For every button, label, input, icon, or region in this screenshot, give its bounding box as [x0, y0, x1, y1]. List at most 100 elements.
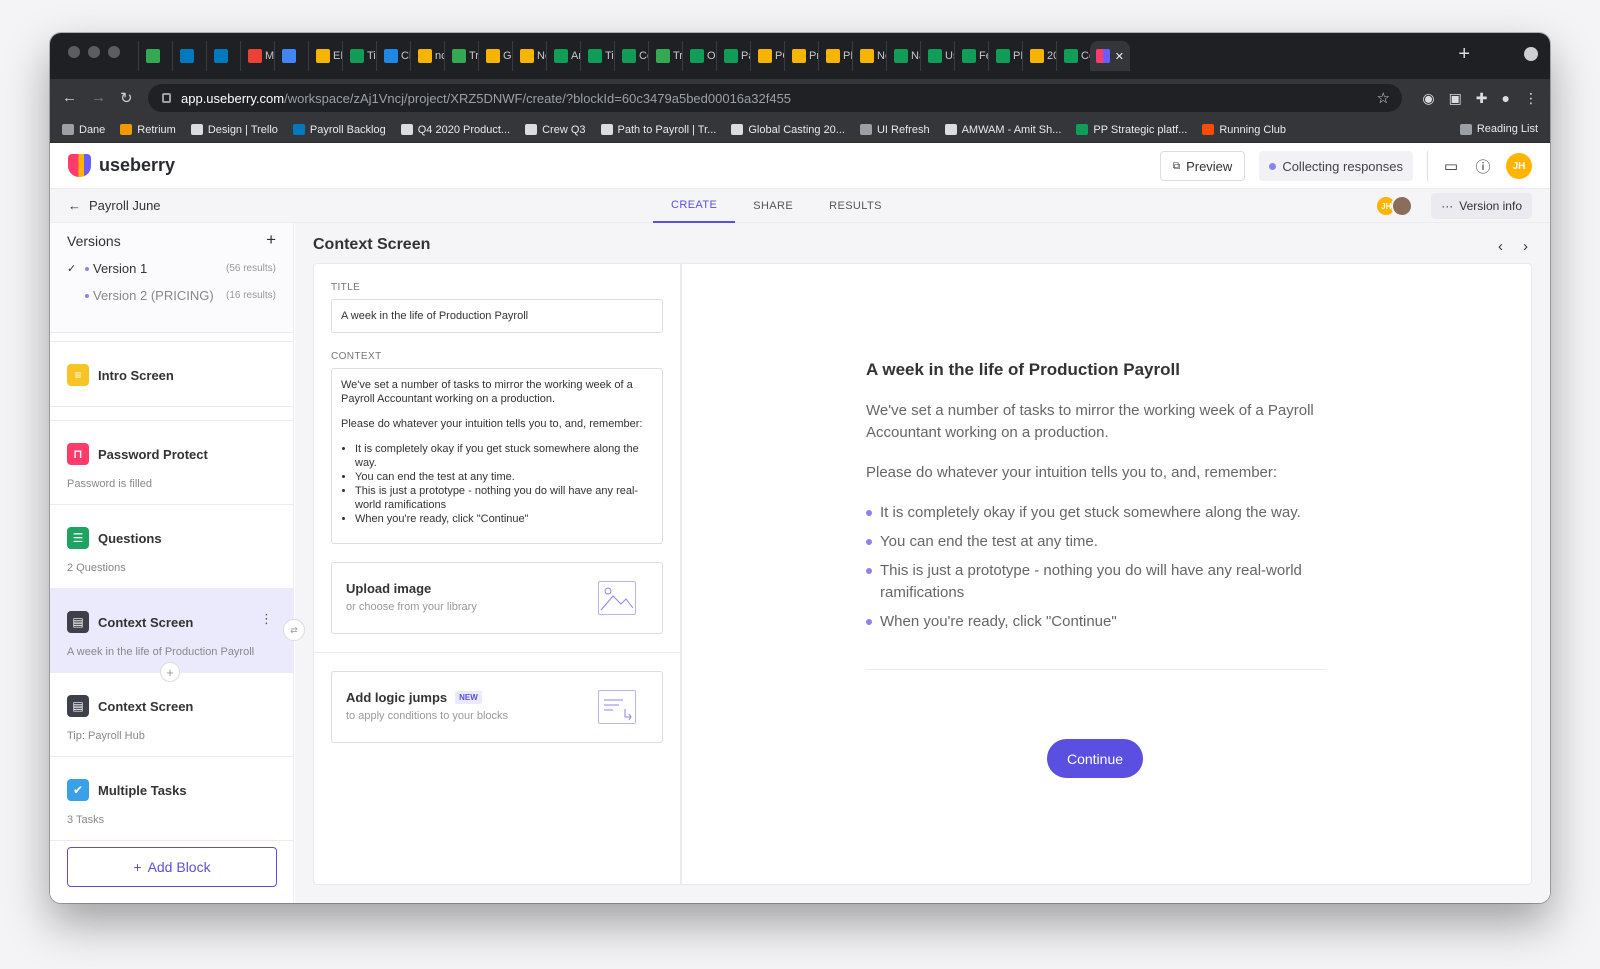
bookmark-star-icon[interactable]: ☆	[1377, 89, 1390, 107]
block-password-protect[interactable]: ⊓ Password Protect Password is filled	[50, 421, 293, 505]
browser-tab[interactable]: Tr	[648, 41, 682, 71]
preview-button[interactable]: ⧉ Preview	[1159, 151, 1246, 181]
chevron-left-icon[interactable]: ‹	[1498, 238, 1503, 255]
block-intro-screen[interactable]: ≡ Intro Screen	[50, 341, 293, 407]
favicon-icon	[622, 49, 636, 63]
collaborator-avatars[interactable]: JH	[1375, 195, 1414, 217]
preview-list: It is completely okay if you get stuck s…	[866, 502, 1326, 633]
profile-icon[interactable]: ●	[1502, 90, 1510, 107]
chevron-right-icon[interactable]: ›	[1523, 238, 1528, 255]
browser-tab[interactable]: Fe	[954, 41, 988, 71]
browser-tab[interactable]: Pr	[784, 41, 818, 71]
logic-jump-icon[interactable]: ⇄	[283, 619, 305, 641]
logo[interactable]: useberry	[68, 154, 175, 177]
browser-tab[interactable]: 20	[1022, 41, 1056, 71]
window-controls[interactable]	[68, 46, 120, 58]
context-label: CONTEXT	[331, 351, 382, 362]
browser-tab[interactable]: Ch	[376, 41, 410, 71]
help-icon[interactable]: ⓘ	[1474, 157, 1492, 176]
back-arrow-icon[interactable]: ←	[62, 89, 77, 107]
tab-results[interactable]: RESULTS	[811, 189, 900, 223]
browser-tab[interactable]: Cc	[614, 41, 648, 71]
add-block-button[interactable]: + Add Block	[67, 847, 277, 887]
extension-icon[interactable]: ◉	[1422, 90, 1434, 107]
bookmark-item[interactable]: AMWAM - Amit Sh...	[944, 123, 1062, 136]
continue-button[interactable]: Continue	[1047, 739, 1143, 778]
browser-tab[interactable]: Tir	[580, 41, 614, 71]
divider	[314, 652, 680, 653]
preview-paragraph: Please do whatever your intuition tells …	[866, 464, 1278, 481]
title-label: TITLE	[331, 282, 361, 293]
browser-tab[interactable]: EF	[308, 41, 342, 71]
browser-tab[interactable]	[138, 41, 172, 71]
user-avatar[interactable]: JH	[1506, 153, 1532, 179]
bookmark-item[interactable]: Payroll Backlog	[292, 124, 386, 136]
browser-tab[interactable]: PF	[818, 41, 852, 71]
back-to-project[interactable]: ← Payroll June	[68, 198, 161, 213]
bookmark-label: AMWAM - Amit Sh...	[961, 123, 1062, 136]
bookmark-item[interactable]: Crew Q3	[525, 124, 586, 136]
tab-search-icon[interactable]	[1524, 47, 1538, 61]
url-host: app.useberry.com	[181, 90, 285, 106]
context-bullet: It is completely okay if you get stuck s…	[355, 442, 653, 470]
block-context-screen-active[interactable]: ▤ Context Screen A week in the life of Pr…	[50, 589, 305, 682]
bookmark-item[interactable]: Q4 2020 Product...	[400, 124, 510, 136]
browser-tab[interactable]: nc	[410, 41, 444, 71]
browser-tab[interactable]: Or	[682, 41, 716, 71]
insert-block-icon[interactable]: +	[160, 662, 180, 682]
version-item[interactable]: ✓ Version 1 (56 results)	[67, 261, 276, 276]
url-bar[interactable]: app.useberry.com /workspace/zAj1Vncj/pro…	[148, 84, 1402, 112]
browser-tab[interactable]: Na	[886, 41, 920, 71]
bookmark-item[interactable]: UI Refresh	[859, 124, 930, 136]
status-badge[interactable]: Collecting responses	[1259, 151, 1413, 181]
browser-tab[interactable]	[172, 41, 206, 71]
browser-tab[interactable]: Us	[920, 41, 954, 71]
context-textarea[interactable]: We've set a number of tasks to mirror th…	[331, 368, 663, 544]
bookmark-item[interactable]: Path to Payroll | Tr...	[600, 124, 716, 136]
block-context-screen[interactable]: ▤ Context Screen Tip: Payroll Hub	[50, 673, 293, 757]
block-questions[interactable]: ☰ Questions 2 Questions	[50, 505, 293, 589]
bookmark-item[interactable]: Global Casting 20...	[731, 124, 845, 136]
version-info-button[interactable]: ··· Version info	[1431, 193, 1532, 219]
browser-tab[interactable]: Pa	[716, 41, 750, 71]
menu-icon[interactable]: ⋮	[1524, 90, 1538, 107]
new-tab-icon[interactable]: +	[1458, 43, 1470, 66]
browser-tab[interactable]: PF	[988, 41, 1022, 71]
camera-icon[interactable]: ▣	[1449, 90, 1462, 107]
reading-list[interactable]: Reading List	[1459, 123, 1538, 135]
browser-tab-active[interactable]: ✕	[1090, 41, 1130, 71]
bookmark-item[interactable]: Design | Trello	[190, 124, 278, 136]
title-input[interactable]: A week in the life of Production Payroll	[331, 299, 663, 333]
block-multiple-tasks[interactable]: ✔ Multiple Tasks 3 Tasks	[50, 757, 293, 841]
browser-tab[interactable]: Ar	[546, 41, 580, 71]
logic-jumps-card[interactable]: Add logic jumps NEW to apply conditions t…	[331, 671, 663, 743]
version-item[interactable]: Version 2 (PRICING) (16 results)	[67, 288, 276, 303]
browser-tab[interactable]	[274, 41, 308, 71]
upload-image-card[interactable]: Upload image or choose from your library	[331, 562, 663, 634]
forward-arrow-icon[interactable]: →	[91, 89, 106, 107]
lock-icon: ⊓	[67, 443, 89, 465]
more-options-icon[interactable]: ⋮	[260, 611, 273, 627]
close-tab-icon[interactable]: ✕	[1115, 50, 1124, 63]
puzzle-icon[interactable]: ✚	[1476, 90, 1488, 107]
bookmark-item[interactable]: PP Strategic platf...	[1076, 124, 1187, 136]
bookmark-label: Global Casting 20...	[748, 123, 845, 136]
tab-create[interactable]: CREATE	[653, 189, 736, 223]
reload-icon[interactable]: ↻	[120, 89, 133, 107]
browser-tab[interactable]: Ti	[342, 41, 376, 71]
browser-tab[interactable]: Nc	[852, 41, 886, 71]
top-bar: useberry ⧉ Preview Collecting responses ▭…	[50, 143, 1550, 189]
browser-tab[interactable]: Nc	[512, 41, 546, 71]
bookmark-item[interactable]: Retrium	[120, 124, 176, 136]
tab-share[interactable]: SHARE	[735, 189, 811, 223]
browser-tab[interactable]: Gc	[478, 41, 512, 71]
add-version-icon[interactable]: +	[266, 231, 276, 249]
browser-tab[interactable]: Tr	[444, 41, 478, 71]
bookmark-item[interactable]: Dane	[62, 124, 105, 136]
bookmark-item[interactable]: Running Club	[1202, 124, 1286, 136]
browser-tab[interactable]	[206, 41, 240, 71]
browser-tab[interactable]: M	[240, 41, 274, 71]
browser-tab[interactable]: Cc	[1056, 41, 1090, 71]
browser-tab[interactable]: PC	[750, 41, 784, 71]
folder-icon[interactable]: ▭	[1442, 157, 1460, 175]
